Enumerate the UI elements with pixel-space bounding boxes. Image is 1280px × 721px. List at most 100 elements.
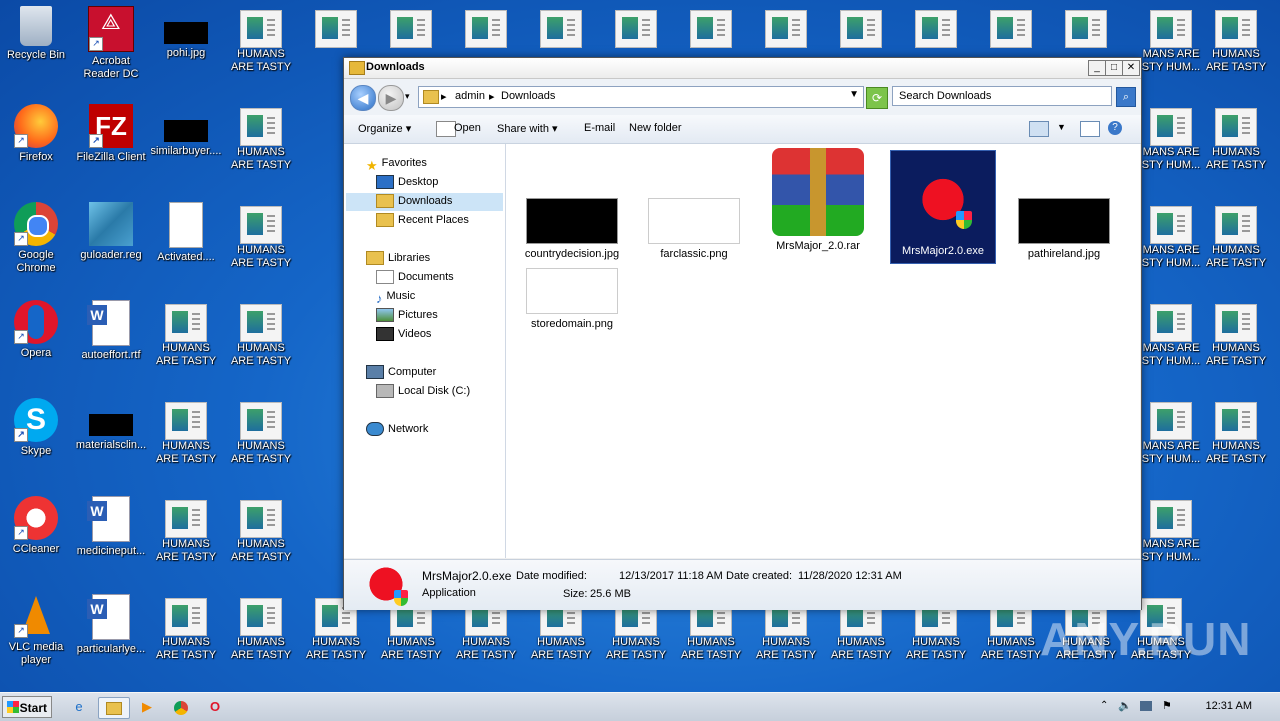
desktop-icon-humans[interactable] [750,0,822,48]
nav-music[interactable]: ♪ Music [376,287,415,306]
desktop-icon-skype[interactable]: S ↗ Skype [0,392,72,458]
desktop-icon-humans[interactable] [600,0,672,48]
desktop-icon-chrome[interactable]: ↗ Google Chrome [0,196,72,275]
start-button[interactable]: Start [2,696,52,718]
desktop-icon-humans[interactable] [675,0,747,48]
file-item[interactable]: countrydecision.jpg [520,194,624,260]
desktop-icon-recycle-bin[interactable]: Recycle Bin [0,0,72,62]
desktop-icon-humans[interactable]: HUMANS ARE TASTY HUM... [1200,392,1272,466]
desktop-icon-opera[interactable]: ↗ Opera [0,294,72,360]
opera-icon[interactable]: O [204,697,226,717]
close-button[interactable]: ✕ [1122,60,1140,76]
desktop-icon-humans[interactable]: HUMANS ARE TASTY HU... [150,588,222,662]
desktop-icon-humans[interactable]: HUMANS ARE TASTY HU... [225,196,297,270]
desktop-icon-particularlye[interactable]: W particularlye... [75,588,147,656]
network-status-icon[interactable] [1140,701,1152,711]
help-icon[interactable]: ? [1108,121,1122,135]
back-button[interactable]: ◀ [350,85,376,111]
breadcrumb-downloads[interactable]: Downloads [501,90,555,102]
change-view-icon[interactable] [1029,121,1049,137]
desktop-icon-humans[interactable]: MANS ARE STY HUM... [1140,196,1202,270]
desktop-icon-humans[interactable]: HUMANS ARE TASTY HUM... [1200,0,1272,74]
nav-local-disk[interactable]: Local Disk (C:) [376,382,470,400]
desktop-icon-humans[interactable]: MANS ARE STY HUM... [1140,0,1202,74]
nav-downloads[interactable]: Downloads [376,192,452,210]
action-center-flag-icon[interactable]: ⚑ [1162,699,1172,712]
desktop-icon-humans[interactable] [300,0,372,48]
desktop-icon-autoeffort[interactable]: W autoeffort.rtf [75,294,147,362]
desktop-icon-pohi[interactable]: pohi.jpg [150,0,222,60]
desktop-icon-humans[interactable]: HUMANS ARE TASTY HU... [225,0,297,74]
desktop-icon-humans[interactable] [450,0,522,48]
desktop-icon-humans[interactable]: HUMANS ARE TASTY HU... [225,392,297,466]
desktop-icon-activated[interactable]: Activated.... [150,196,222,264]
email-button[interactable]: E-mail [584,122,615,134]
search-icon[interactable]: ⌕ [1116,87,1136,107]
desktop-icon-humans[interactable] [1050,0,1122,48]
title-bar[interactable]: Downloads _ □ ✕ [344,58,1141,79]
desktop-icon-ccleaner[interactable]: ↗ CCleaner [0,490,72,556]
desktop-icon-filezilla[interactable]: FZ ↗ FileZilla Client [75,98,147,164]
clock[interactable]: 12:31 AM [1206,700,1252,712]
refresh-button[interactable]: ⟳ [866,87,888,109]
desktop-icon-humans[interactable]: HUMANS ARE TASTY HUM... [1200,294,1272,368]
nav-favorites[interactable]: ★ Favorites [366,154,427,173]
file-item[interactable]: MrsMajor_2.0.rar [766,148,870,252]
view-options-dropdown[interactable]: ▼ [1057,122,1066,132]
desktop-icon-humans[interactable]: MANS ARE STY HUM... [1140,98,1202,172]
file-item[interactable]: farclassic.png [642,194,746,260]
desktop-icon-acrobat[interactable]: ⟁ ↗ Acrobat Reader DC [75,0,147,81]
nav-documents[interactable]: Documents [376,268,454,286]
media-player-icon[interactable]: ▶ [136,697,158,717]
desktop-icon-humans[interactable]: HUMANS ARE TASTY HUM... [1200,98,1272,172]
address-field[interactable]: ▸ admin ▸ Downloads ▼ [418,86,864,108]
breadcrumb-separator-icon[interactable]: ▸ [489,90,495,103]
forward-button[interactable]: ▶ [378,85,404,111]
desktop-icon-humans[interactable] [825,0,897,48]
file-item-selected[interactable]: MrsMajor2.0.exe [890,150,996,264]
maximize-button[interactable]: □ [1105,60,1123,76]
preview-pane-icon[interactable] [1080,121,1100,137]
desktop-icon-guloader[interactable]: guloader.reg [75,196,147,262]
volume-icon[interactable]: 🔈 [1118,699,1132,712]
desktop-icon-humans[interactable]: MANS ARE STY HUM... [1140,490,1202,564]
minimize-button[interactable]: _ [1088,60,1106,76]
chevron-down-icon[interactable]: ▼ [849,89,859,100]
breadcrumb-admin[interactable]: admin [455,90,485,102]
internet-explorer-icon[interactable]: e [68,697,90,717]
nav-pictures[interactable]: Pictures [376,306,438,324]
desktop-icon-firefox[interactable]: ↗ Firefox [0,98,72,164]
nav-libraries[interactable]: Libraries [366,249,430,267]
desktop-icon-humans[interactable]: HUMANS ARE TASTY HU... [150,490,222,564]
nav-videos[interactable]: Videos [376,325,431,343]
file-item[interactable]: pathireland.jpg [1012,194,1116,260]
share-with-button[interactable]: Share with ▾ [497,122,558,135]
desktop-icon-humans[interactable]: HUMANS ARE TASTY HU... [150,294,222,368]
desktop-icon-humans[interactable] [375,0,447,48]
organize-button[interactable]: Organize ▾ [358,122,411,135]
desktop-icon-medicineput[interactable]: W medicineput... [75,490,147,558]
desktop-icon-similarbuyer[interactable]: similarbuyer.... [150,98,222,158]
nav-computer[interactable]: Computer [366,363,436,381]
show-hidden-icons[interactable]: ⌃ [1100,700,1108,711]
desktop-icon-humans[interactable]: HUMANS ARE TASTY HUM... [1200,196,1272,270]
nav-recent-places[interactable]: Recent Places [376,211,469,229]
desktop-icon-humans[interactable]: HUMANS ARE TASTY HU... [225,98,297,172]
desktop-icon-humans[interactable] [900,0,972,48]
desktop-icon-humans[interactable]: HUMANS ARE TASTY HUM... [225,490,297,564]
breadcrumb-separator-icon[interactable]: ▸ [441,90,447,103]
open-button[interactable]: Open [454,122,481,134]
desktop-icon-humans[interactable] [975,0,1047,48]
desktop-icon-humans[interactable]: MANS ARE STY HUM... [1140,294,1202,368]
new-folder-button[interactable]: New folder [629,122,682,134]
file-item[interactable]: storedomain.png [520,264,624,330]
desktop-icon-humans[interactable]: HUMANS ARE TASTY HU... [150,392,222,466]
desktop-icon-humans[interactable]: HUMANS ARE TASTY HU... [225,294,297,368]
recent-pages-dropdown-icon[interactable]: ▾ [405,91,410,102]
chrome-icon[interactable] [170,697,192,717]
nav-network[interactable]: Network [366,420,428,438]
desktop-icon-humans[interactable]: HUMANS ARE TASTY HUM... [225,588,297,662]
desktop-icon-materialsclin[interactable]: materialsclin... [75,392,147,452]
desktop-icon-vlc[interactable]: ↗ VLC media player [0,588,72,667]
desktop-icon-humans[interactable]: MANS ARE STY HUM... [1140,392,1202,466]
